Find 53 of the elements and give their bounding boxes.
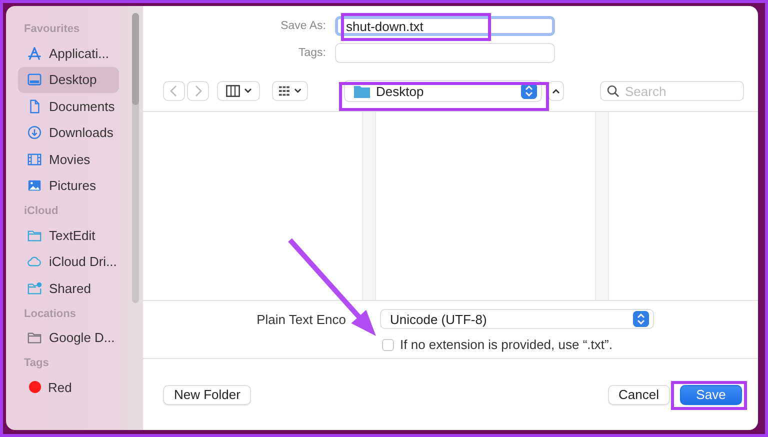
back-button[interactable] bbox=[163, 81, 185, 101]
shared-folder-icon bbox=[27, 280, 42, 296]
desktop-icon bbox=[27, 72, 42, 88]
sidebar-section-title: Locations bbox=[24, 308, 77, 320]
sidebar-item[interactable]: Documents bbox=[18, 93, 119, 120]
grid-icon bbox=[278, 85, 290, 97]
sidebar-item[interactable]: Red bbox=[18, 374, 119, 400]
app-store-icon bbox=[27, 46, 42, 61]
location-popup[interactable]: Desktop bbox=[344, 80, 542, 102]
cloud-icon bbox=[27, 254, 42, 270]
sidebar-item[interactable]: Google D... bbox=[18, 324, 119, 351]
checkbox[interactable] bbox=[382, 338, 394, 350]
sidebar-section-title: Favourites bbox=[24, 23, 81, 35]
sidebar-item[interactable]: Downloads bbox=[18, 120, 119, 146]
cancel-button[interactable]: Cancel bbox=[608, 384, 670, 404]
stepper-icon bbox=[633, 311, 649, 327]
scrollbar-thumb[interactable] bbox=[132, 13, 139, 105]
new-folder-button[interactable]: New Folder bbox=[163, 384, 252, 404]
save-as-label: Save As: bbox=[280, 20, 327, 32]
sidebar-item[interactable]: Pictures bbox=[18, 172, 119, 199]
folder-icon bbox=[354, 84, 370, 98]
checkbox-label: If no extension is provided, use “.txt”. bbox=[400, 337, 612, 352]
sidebar-item[interactable]: Applicati... bbox=[18, 40, 119, 66]
folder-icon bbox=[27, 330, 42, 346]
forward-button[interactable] bbox=[187, 81, 209, 101]
sidebar-item[interactable]: Shared bbox=[18, 275, 119, 302]
sidebar-item[interactable]: TextEdit bbox=[18, 222, 119, 248]
column-view-button[interactable] bbox=[217, 81, 260, 101]
sidebar-item[interactable]: iCloud Dri... bbox=[18, 248, 119, 275]
chevron-up-icon bbox=[552, 88, 560, 94]
encoding-popup[interactable]: Unicode (UTF-8) bbox=[380, 309, 654, 329]
folder-icon bbox=[27, 228, 42, 243]
chevron-left-icon bbox=[170, 85, 178, 97]
encoding-label: Plain Text Enco bbox=[256, 312, 346, 326]
sidebar-section-title: iCloud bbox=[24, 205, 60, 217]
chevron-right-icon bbox=[194, 85, 202, 97]
chevron-down-icon bbox=[244, 88, 252, 94]
download-icon bbox=[27, 125, 42, 140]
document-icon bbox=[27, 98, 42, 114]
save-as-field[interactable]: shut-down.txt bbox=[335, 16, 555, 36]
chevron-down-icon bbox=[294, 88, 302, 94]
film-icon bbox=[27, 152, 42, 167]
photo-icon bbox=[27, 178, 42, 194]
group-view-button[interactable] bbox=[272, 81, 308, 101]
save-button[interactable]: Save bbox=[680, 384, 742, 404]
columns-icon bbox=[226, 85, 240, 97]
sidebar-section-title: Tags bbox=[24, 357, 50, 369]
expand-button[interactable] bbox=[548, 81, 564, 101]
sidebar-item[interactable]: Movies bbox=[18, 146, 119, 172]
tags-field[interactable] bbox=[335, 43, 555, 63]
tags-label: Tags: bbox=[298, 47, 327, 59]
sidebar-item[interactable]: Desktop bbox=[18, 66, 119, 93]
search-icon bbox=[607, 85, 619, 97]
